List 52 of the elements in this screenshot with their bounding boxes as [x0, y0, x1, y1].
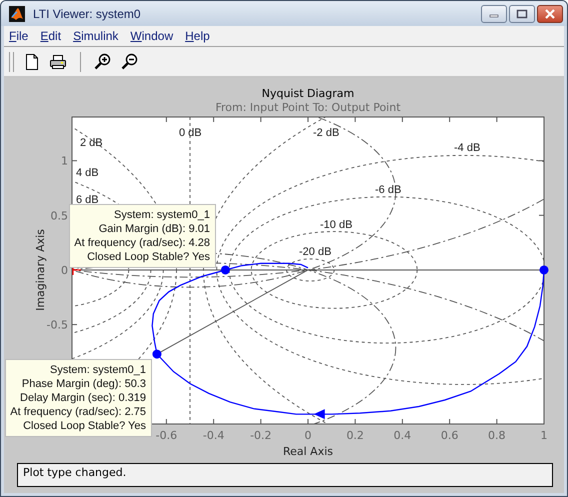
data-tip-text: Closed Loop Stable? Yes: [22, 419, 146, 433]
data-tip-text: Delay Margin (sec): 0.319: [19, 391, 146, 405]
chart-subtitle: From: Input Point To: Output Point: [215, 101, 401, 114]
y-tick-label: -0.5: [46, 318, 68, 332]
chart-title: Nyquist Diagram: [262, 87, 354, 100]
x-tick-label: 0.6: [440, 429, 458, 442]
data-tip-text: Phase Margin (deg): 50.3: [20, 377, 146, 391]
data-tip-text: At frequency (rad/sec): 2.75: [10, 405, 146, 419]
menu-item[interactable]: Window: [130, 29, 174, 43]
close-button[interactable]: [537, 4, 563, 22]
data-tip-text: System: system0_1: [49, 363, 146, 377]
grid-label: 6 dB: [76, 194, 99, 206]
x-tick-label: 1: [540, 429, 548, 442]
y-axis-label: Imaginary Axis: [34, 229, 47, 311]
y-tick-label: 0: [61, 264, 68, 277]
grid-label: 0 dB: [179, 127, 202, 139]
x-tick-label: 0.4: [394, 429, 412, 442]
maximize-icon: [516, 8, 528, 18]
data-point-marker[interactable]: [220, 265, 230, 274]
data-point-marker[interactable]: [540, 265, 548, 274]
x-tick-label: -0.6: [156, 429, 178, 442]
x-tick-label: 0.2: [346, 429, 364, 442]
window-title: LTI Viewer: system0: [33, 6, 142, 20]
direction-arrow-icon: [314, 409, 325, 420]
grid-label: -20 dB: [299, 246, 332, 258]
app-logo-icon: [9, 6, 25, 22]
minimize-button[interactable]: [481, 4, 507, 22]
y-tick-label: 0.5: [50, 209, 68, 222]
data-tip-text: Closed Loop Stable? Yes: [86, 250, 210, 264]
menu-item[interactable]: File: [9, 29, 28, 43]
y-tick-label: 1: [61, 154, 68, 168]
x-tick-label: 0: [304, 429, 312, 442]
x-tick-label: -0.4: [202, 429, 224, 442]
data-tip-text: Gain Margin (dB): 9.01: [98, 222, 210, 236]
x-tick-label: 0.8: [488, 429, 506, 442]
grid-label: -6 dB: [375, 184, 402, 196]
grid-label: 4 dB: [76, 167, 99, 179]
grid-label: -2 dB: [313, 127, 340, 139]
menu-item[interactable]: Help: [185, 29, 210, 43]
data-tip-text: At frequency (rad/sec): 4.28: [74, 236, 210, 250]
menu-item[interactable]: Simulink: [73, 29, 118, 43]
x-axis-label: Real Axis: [282, 445, 334, 458]
grid-label: 2 dB: [80, 137, 103, 149]
status-text: Plot type changed.: [23, 466, 126, 479]
grid-label: -10 dB: [320, 219, 352, 231]
close-icon: [544, 8, 556, 18]
maximize-button[interactable]: [509, 4, 535, 22]
menu-item[interactable]: Edit: [40, 29, 62, 43]
data-tip-text: System: system0_1: [113, 208, 210, 222]
x-tick-label: -0.2: [250, 429, 272, 442]
data-point-marker[interactable]: [152, 350, 162, 359]
grid-label: -4 dB: [454, 142, 480, 154]
